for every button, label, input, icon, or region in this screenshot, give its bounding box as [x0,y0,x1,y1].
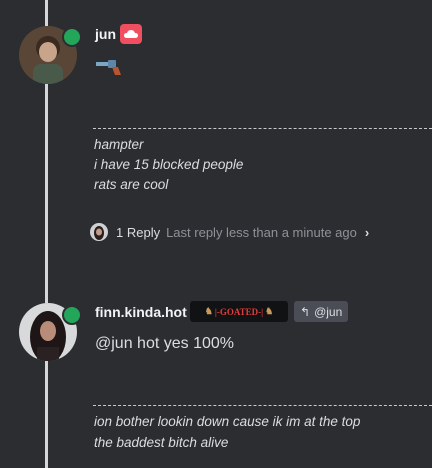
reply-to-user[interactable]: @jun [314,305,342,319]
last-reply-time: Last reply less than a minute ago [166,224,357,240]
reply-arrow-icon: ↰ [300,304,311,319]
revolver-icon [96,58,122,81]
goated-badge: ♞ |-GOATED-| ♞ [190,301,288,322]
bio-divider-finn [93,405,432,406]
cloud-icon [120,24,142,44]
username-finn[interactable]: finn.kinda.hot [95,304,187,320]
goat-icon: ♞ [204,306,213,316]
bio-line-2-jun: rats are cool [94,177,169,192]
reply-to-chip[interactable]: ↰ @jun [294,301,349,322]
goated-label: |-GOATED-| [214,306,264,317]
bio-title-jun: hampter [94,137,144,152]
bio-divider-jun [93,128,432,129]
online-status-icon [62,305,82,325]
goat-icon: ♞ [265,306,274,316]
bio-line-2-finn: the baddest bitch alive [94,435,229,450]
bio-line-1-finn: ion bother lookin down cause ik im at th… [94,414,361,429]
username-jun[interactable]: jun [95,26,116,42]
chevron-right-icon[interactable]: › [365,225,369,240]
thread-replies-link[interactable]: 1 Reply Last reply less than a minute ag… [90,222,369,242]
bio-line-1-jun: i have 15 blocked people [94,157,244,172]
message-content-finn: @jun hot yes 100% [95,335,234,352]
reply-avatar [90,223,108,241]
online-status-icon [62,27,82,47]
reply-count[interactable]: 1 Reply [116,225,160,240]
